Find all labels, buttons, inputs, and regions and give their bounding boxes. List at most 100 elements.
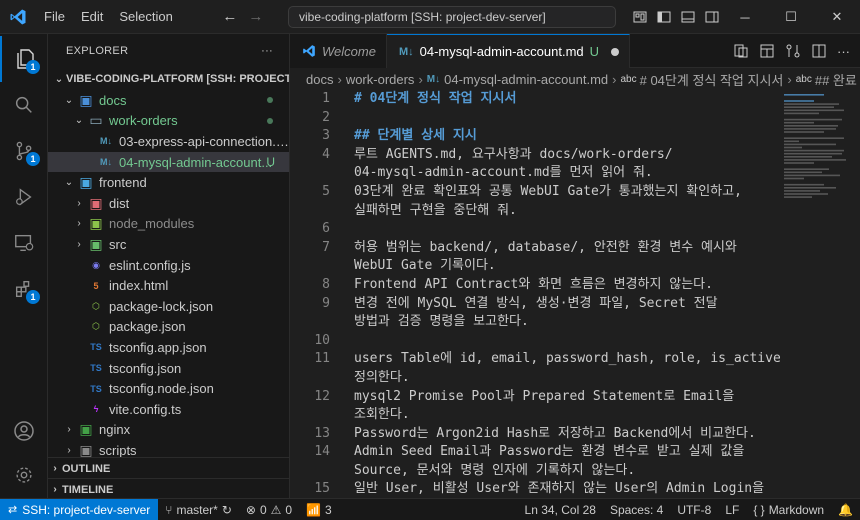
line-text: 방법과 검증 명령을 보고한다.	[354, 314, 529, 330]
toggle-panel-icon[interactable]	[680, 9, 696, 25]
breadcrumb-item[interactable]: # 04단계 정식 작업 지시서	[640, 70, 784, 89]
markdown-icon: M↓	[398, 45, 414, 58]
code-line: 5 03단계 완료 확인표와 공통 WebUI Gate가 통과했는지 확인하고,	[290, 183, 780, 202]
tab-04-mysql-admin-account[interactable]: M↓ 04-mysql-admin-account.md U	[386, 34, 631, 68]
outline-section[interactable]: › OUTLINE	[48, 457, 289, 479]
end-of-line[interactable]: LF	[718, 503, 746, 517]
menu-item-edit[interactable]: Edit	[73, 0, 111, 34]
extensions-activity[interactable]: 1	[0, 266, 48, 312]
remote-indicator[interactable]: ⇄ SSH: project-dev-server	[0, 498, 159, 520]
tree-item[interactable]: ϟ vite.config.ts	[48, 399, 289, 420]
breadcrumb-item[interactable]: 04-mysql-admin-account.md	[444, 72, 608, 87]
tree-item-label: vite.config.ts	[109, 401, 182, 417]
tree-item[interactable]: ⌄ ▣ frontend	[48, 172, 289, 193]
unsaved-dot-icon[interactable]	[611, 47, 620, 56]
code-line: 1 # 04단계 정식 작업 지시서	[290, 90, 780, 109]
maximize-icon[interactable]: ☐	[768, 0, 814, 34]
ports-indicator[interactable]: 📶 3	[299, 503, 339, 517]
open-changes-icon[interactable]	[733, 43, 749, 59]
tree-item[interactable]: › ▣ nginx	[48, 420, 289, 441]
close-icon[interactable]: ✕	[814, 0, 860, 34]
back-arrow-icon[interactable]: ←	[221, 8, 239, 25]
branch-label: master*	[176, 502, 218, 517]
problems-indicator[interactable]: ⊗ 0 ⚠ 0	[239, 503, 299, 517]
chevron-right-icon: ›	[77, 218, 81, 230]
accounts-activity[interactable]	[0, 408, 48, 454]
tree-item[interactable]: › ▣ node_modules	[48, 214, 289, 235]
dist-folder-icon: ▣	[89, 194, 103, 211]
tree-item[interactable]: › ▣ dist	[48, 193, 289, 214]
line-number: 8	[322, 276, 330, 292]
customize-layout-icon[interactable]	[632, 9, 648, 25]
indentation[interactable]: Spaces: 4	[603, 503, 670, 517]
tree-item[interactable]: ⌄ ▭ work-orders	[48, 111, 289, 132]
preview-icon[interactable]	[759, 43, 775, 59]
tree-item[interactable]: TS tsconfig.json	[48, 358, 289, 379]
tree-item-label: 03-express-api-connection.md	[119, 133, 289, 149]
account-icon	[14, 421, 34, 441]
run-debug-activity[interactable]	[0, 174, 48, 220]
line-number	[290, 313, 330, 332]
node-modules-folder-icon: ▣	[89, 215, 103, 232]
tree-item[interactable]: TS tsconfig.node.json	[48, 378, 289, 399]
language-mode[interactable]: { } Markdown	[746, 503, 831, 517]
manage-activity[interactable]	[0, 452, 48, 498]
chevron-right-icon: ›	[67, 444, 71, 456]
tree-item[interactable]: ⌄ ▣ docs	[48, 90, 289, 111]
sync-icon: ↻	[221, 502, 232, 517]
breadcrumb-item[interactable]: work-orders	[346, 72, 415, 87]
editor-tabs: Welcome M↓ 04-mysql-admin-account.md U ·…	[290, 34, 860, 68]
minimap-line	[784, 125, 838, 127]
menu-item-file[interactable]: File	[36, 0, 73, 34]
encoding[interactable]: UTF-8	[670, 503, 718, 517]
workspace-root[interactable]: ⌄ VIBE-CODING-PLATFORM [SSH: PROJECT-D..…	[48, 68, 289, 90]
file-tree: ⌄ ▣ docs ⌄ ▭ work-orders M↓ 03-express-api-conn…	[48, 90, 289, 461]
branch-indicator[interactable]: ⑂ master* ↻	[158, 503, 239, 517]
vscode-logo-icon	[303, 45, 315, 57]
explorer-activity[interactable]: 1	[0, 36, 48, 82]
toggle-secondary-sidebar-icon[interactable]	[704, 9, 720, 25]
tree-item[interactable]: 5 index.html	[48, 275, 289, 296]
tree-item[interactable]: ⬡ package-lock.json	[48, 296, 289, 317]
minimap-line	[784, 146, 802, 149]
search-activity[interactable]	[0, 82, 48, 128]
minimap[interactable]	[782, 90, 854, 498]
explorer-header: EXPLORER ···	[48, 34, 289, 68]
remote-icon: ⇄	[8, 504, 18, 516]
tab-welcome[interactable]: Welcome	[290, 34, 387, 68]
compare-changes-icon[interactable]	[785, 43, 801, 59]
tree-item[interactable]: M↓ 04-mysql-admin-account... U	[48, 151, 289, 173]
minimap-line	[784, 183, 824, 186]
split-editor-icon[interactable]	[811, 43, 827, 59]
chevron-right-icon: ›	[787, 71, 792, 87]
chevron-down-icon: ⌄	[74, 115, 84, 127]
breadcrumb: docs › work-orders › M↓ 04-mysql-admin-a…	[290, 68, 860, 90]
toggle-sidebar-icon[interactable]	[656, 9, 672, 25]
explorer-more-actions[interactable]: ···	[261, 45, 273, 57]
antenna-icon: 📶	[306, 502, 322, 517]
remote-explorer-activity[interactable]	[0, 220, 48, 266]
breadcrumb-item[interactable]: ## 완료 보	[815, 70, 860, 89]
tree-item[interactable]: › ▣ src	[48, 234, 289, 255]
notifications[interactable]: 🔔	[831, 503, 860, 517]
cursor-position[interactable]: Ln 34, Col 28	[518, 503, 603, 517]
forward-arrow-icon[interactable]: →	[247, 8, 265, 25]
more-actions-icon[interactable]: ···	[837, 44, 850, 59]
tree-item[interactable]: M↓ 03-express-api-connection.md	[48, 131, 289, 152]
code-line: 7 허용 범위는 backend/, database/, 안전한 환경 변수 예…	[290, 239, 780, 258]
source-control-activity[interactable]: 1	[0, 128, 48, 174]
menu-item-selection[interactable]: Selection	[111, 0, 180, 34]
minimize-icon[interactable]: ─	[722, 0, 768, 34]
command-center[interactable]: vibe-coding-platform [SSH: project-dev-s…	[288, 6, 616, 28]
breadcrumb-item[interactable]: docs	[306, 72, 333, 87]
timeline-section[interactable]: › TIMELINE	[48, 478, 289, 498]
tree-item[interactable]: ⬡ package.json	[48, 317, 289, 338]
tree-item-label: package-lock.json	[109, 298, 214, 314]
tree-item[interactable]: TS tsconfig.app.json	[48, 337, 289, 358]
code-editor[interactable]: 1 # 04단계 정식 작업 지시서 2 3 ## 단계별 상세 지시 4 루트 AGENT…	[290, 90, 780, 498]
html-icon: 5	[93, 280, 99, 291]
minimap-line	[784, 131, 824, 133]
tree-item[interactable]: ◉ eslint.config.js	[48, 255, 289, 276]
tree-item-label: package.json	[109, 319, 186, 335]
minimap-line	[784, 106, 834, 108]
